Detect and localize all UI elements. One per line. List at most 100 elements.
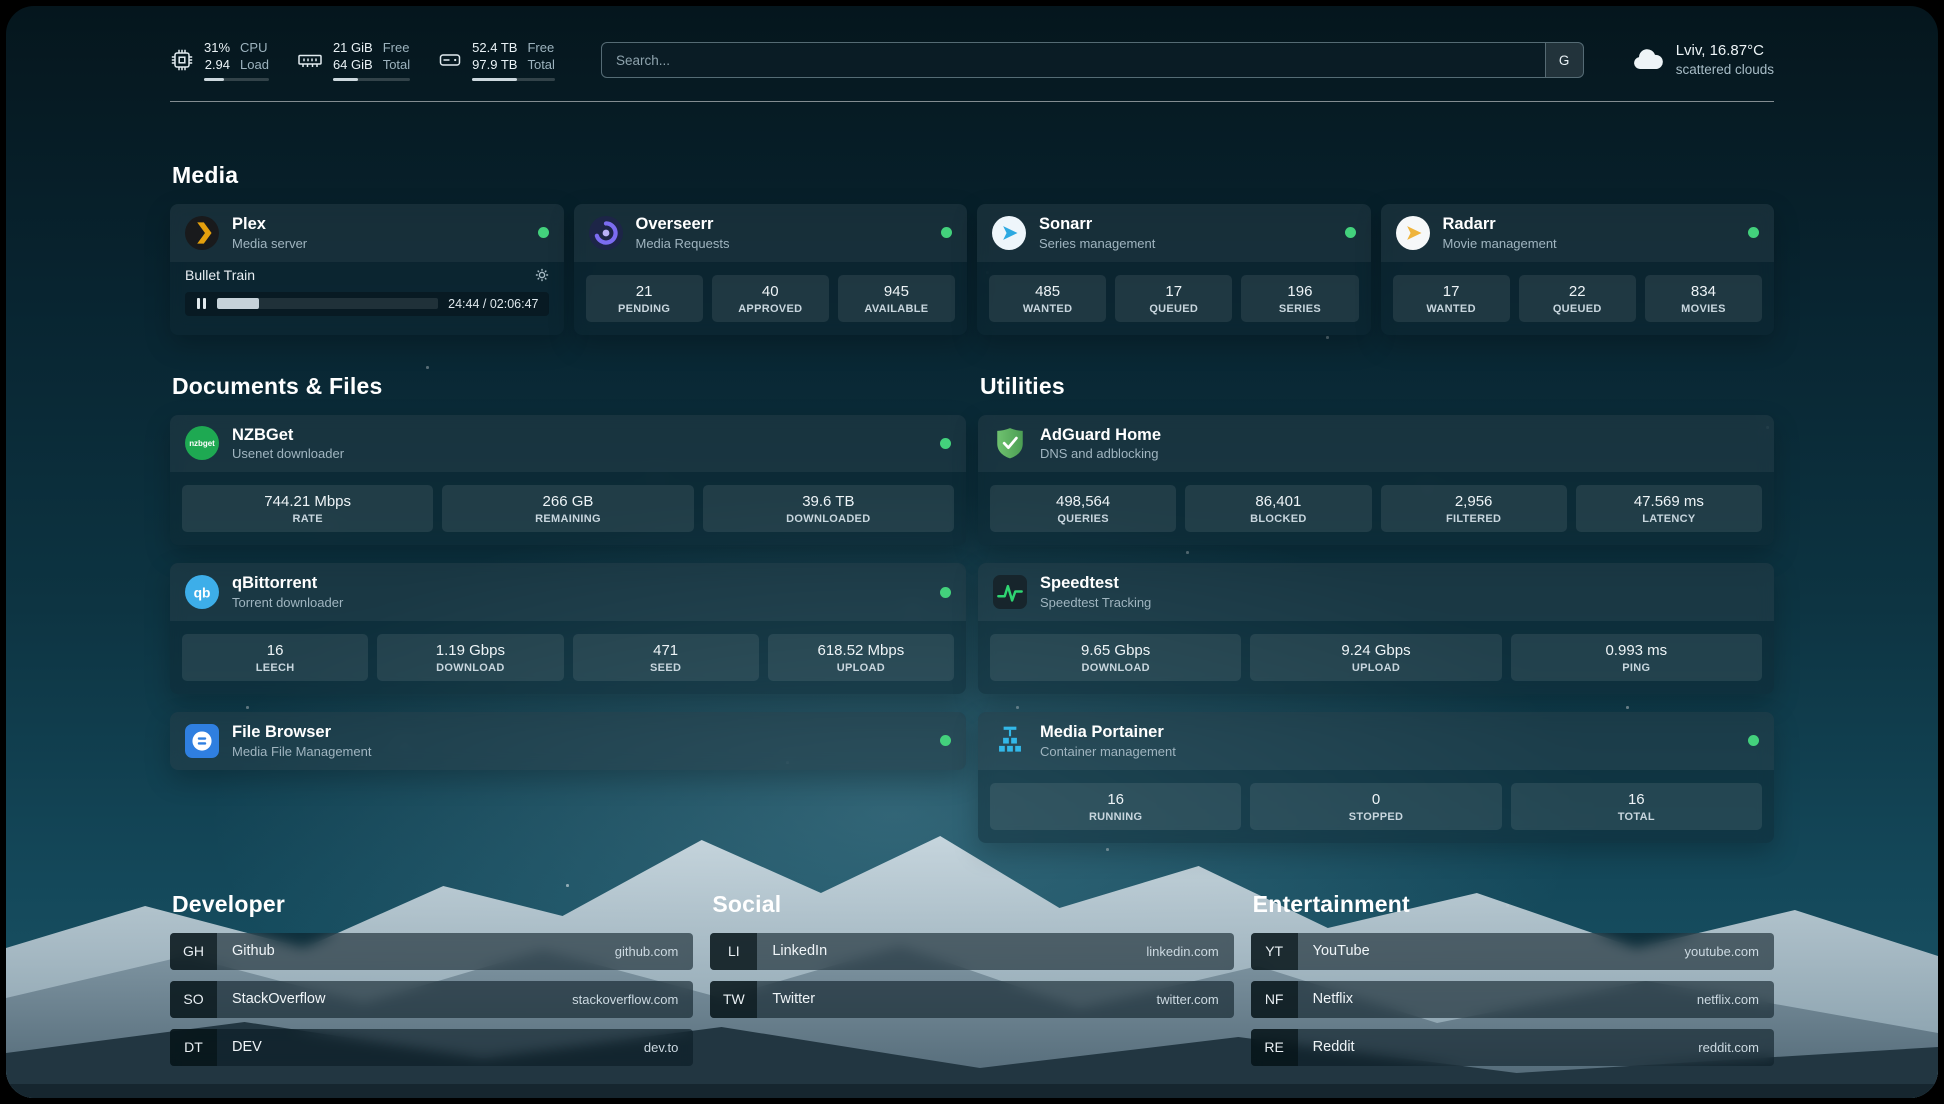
service-description: Usenet downloader bbox=[232, 446, 344, 461]
stat-value: 9.24 Gbps bbox=[1254, 642, 1497, 661]
stat-total: 16 TOTAL bbox=[1511, 783, 1762, 830]
svg-text:nzbget: nzbget bbox=[189, 440, 215, 449]
bookmark-dev[interactable]: DT DEV dev.to bbox=[170, 1029, 693, 1066]
utilities-stack: AdGuard Home DNS and adblocking 498,564 … bbox=[978, 415, 1774, 843]
now-playing-widget: Bullet Train bbox=[170, 262, 564, 329]
search-provider-button[interactable]: G bbox=[1545, 43, 1583, 77]
search-bar[interactable]: G bbox=[601, 42, 1584, 78]
search-input[interactable] bbox=[602, 43, 1545, 77]
stat-value: 16 bbox=[994, 791, 1237, 810]
status-indicator bbox=[1748, 227, 1759, 238]
playback-progress-fill bbox=[217, 298, 259, 309]
stat-label: MOVIES bbox=[1649, 303, 1758, 315]
stat-queued: 22 QUEUED bbox=[1519, 275, 1636, 322]
sonarr-header[interactable]: Sonarr Series management bbox=[977, 204, 1371, 262]
media-grid: Plex Media server Bullet Train bbox=[170, 204, 1774, 335]
service-description: Speedtest Tracking bbox=[1040, 595, 1151, 610]
service-card-overseerr[interactable]: Overseerr Media Requests 21 PENDING 40 A… bbox=[574, 204, 968, 335]
service-card-qbittorrent[interactable]: qb qBittorrent Torrent downloader 16 bbox=[170, 563, 966, 694]
memory-label-bottom: Total bbox=[383, 57, 410, 74]
stat-value: 16 bbox=[186, 642, 364, 661]
stat-label: QUERIES bbox=[994, 513, 1172, 525]
top-bar: 31% 2.94 CPU Load bbox=[170, 40, 1774, 81]
stat-value: 471 bbox=[577, 642, 755, 661]
stat-download: 1.19 Gbps DOWNLOAD bbox=[377, 634, 563, 681]
service-card-nzbget[interactable]: nzbget NZBGet Usenet downloader 744.21 M… bbox=[170, 415, 966, 546]
stat-label: REMAINING bbox=[446, 513, 689, 525]
bookmark-netflix[interactable]: NF Netflix netflix.com bbox=[1251, 981, 1774, 1018]
bookmark-name: Twitter bbox=[757, 991, 1156, 1007]
service-name: Media Portainer bbox=[1040, 723, 1176, 742]
stat-value: 16 bbox=[1515, 791, 1758, 810]
bookmark-name: YouTube bbox=[1298, 943, 1685, 959]
service-card-radarr[interactable]: Radarr Movie management 17 WANTED 22 QUE… bbox=[1381, 204, 1775, 335]
stat-wanted: 485 WANTED bbox=[989, 275, 1106, 322]
overseerr-title-block: Overseerr Media Requests bbox=[636, 215, 730, 251]
adguard-header[interactable]: AdGuard Home DNS and adblocking bbox=[978, 415, 1774, 473]
stat-download: 9.65 Gbps DOWNLOAD bbox=[990, 634, 1241, 681]
status-indicator bbox=[940, 735, 951, 746]
service-card-plex[interactable]: Plex Media server Bullet Train bbox=[170, 204, 564, 335]
overseerr-icon bbox=[589, 216, 623, 250]
stat-approved: 40 APPROVED bbox=[712, 275, 829, 322]
service-card-speedtest[interactable]: Speedtest Speedtest Tracking 9.65 Gbps D… bbox=[978, 563, 1774, 694]
cpu-label-bottom: Load bbox=[240, 57, 269, 74]
portainer-header[interactable]: Media Portainer Container management bbox=[978, 712, 1774, 770]
bookmark-reddit[interactable]: RE Reddit reddit.com bbox=[1251, 1029, 1774, 1066]
bookmark-twitter[interactable]: TW Twitter twitter.com bbox=[710, 981, 1233, 1018]
stat-value: 834 bbox=[1649, 283, 1758, 302]
filebrowser-header[interactable]: File Browser Media File Management bbox=[170, 712, 966, 770]
gear-icon[interactable] bbox=[535, 268, 549, 282]
service-card-filebrowser[interactable]: File Browser Media File Management bbox=[170, 712, 966, 770]
stat-label: RATE bbox=[186, 513, 429, 525]
stat-queued: 17 QUEUED bbox=[1115, 275, 1232, 322]
memory-usage-bar bbox=[333, 78, 410, 81]
adguard-title-block: AdGuard Home DNS and adblocking bbox=[1040, 426, 1161, 462]
bookmark-linkedin[interactable]: LI LinkedIn linkedin.com bbox=[710, 933, 1233, 970]
bookmark-abbr: GH bbox=[170, 933, 217, 970]
playback-progress-track[interactable] bbox=[217, 298, 438, 309]
entertainment-section-title: Entertainment bbox=[1253, 891, 1774, 918]
stat-value: 0 bbox=[1254, 791, 1497, 810]
service-card-adguard[interactable]: AdGuard Home DNS and adblocking 498,564 … bbox=[978, 415, 1774, 546]
bookmark-domain: netflix.com bbox=[1697, 992, 1774, 1007]
bookmark-name: DEV bbox=[217, 1039, 644, 1055]
radarr-header[interactable]: Radarr Movie management bbox=[1381, 204, 1775, 262]
stat-label: LATENCY bbox=[1580, 513, 1758, 525]
service-name: qBittorrent bbox=[232, 574, 343, 593]
nzbget-header[interactable]: nzbget NZBGet Usenet downloader bbox=[170, 415, 966, 473]
disk-label-bottom: Total bbox=[527, 57, 554, 74]
service-card-portainer[interactable]: Media Portainer Container management 16 … bbox=[978, 712, 1774, 843]
bookmark-youtube[interactable]: YT YouTube youtube.com bbox=[1251, 933, 1774, 970]
stat-downloaded: 39.6 TB DOWNLOADED bbox=[703, 485, 954, 532]
disk-widget: 52.4 TB 97.9 TB Free Total bbox=[438, 40, 555, 81]
bookmark-group-entertainment: Entertainment YT YouTube youtube.com NF … bbox=[1251, 891, 1774, 1077]
memory-readout: 21 GiB 64 GiB Free Total bbox=[333, 40, 410, 81]
bookmark-stackoverflow[interactable]: SO StackOverflow stackoverflow.com bbox=[170, 981, 693, 1018]
pause-icon[interactable] bbox=[195, 298, 207, 309]
service-description: Media Requests bbox=[636, 236, 730, 251]
developer-section-title: Developer bbox=[172, 891, 693, 918]
stat-value: 2,956 bbox=[1385, 493, 1563, 512]
bookmark-abbr: LI bbox=[710, 933, 757, 970]
stat-label: DOWNLOADED bbox=[707, 513, 950, 525]
resource-widgets: 31% 2.94 CPU Load bbox=[170, 40, 555, 81]
qbittorrent-header[interactable]: qb qBittorrent Torrent downloader bbox=[170, 563, 966, 621]
stat-label: WANTED bbox=[993, 303, 1102, 315]
bookmark-github[interactable]: GH Github github.com bbox=[170, 933, 693, 970]
stat-label: UPLOAD bbox=[772, 662, 950, 674]
overseerr-header[interactable]: Overseerr Media Requests bbox=[574, 204, 968, 262]
plex-header[interactable]: Plex Media server bbox=[170, 204, 564, 262]
speedtest-header[interactable]: Speedtest Speedtest Tracking bbox=[978, 563, 1774, 621]
bookmark-group-developer: Developer GH Github github.com SO StackO… bbox=[170, 891, 693, 1077]
stat-label: QUEUED bbox=[1119, 303, 1228, 315]
disk-icon bbox=[438, 48, 462, 72]
stat-label: RUNNING bbox=[994, 811, 1237, 823]
bookmark-abbr: TW bbox=[710, 981, 757, 1018]
bookmark-domain: linkedin.com bbox=[1146, 944, 1233, 959]
stat-wanted: 17 WANTED bbox=[1393, 275, 1510, 322]
service-card-sonarr[interactable]: Sonarr Series management 485 WANTED 17 Q… bbox=[977, 204, 1371, 335]
sonarr-title-block: Sonarr Series management bbox=[1039, 215, 1155, 251]
svg-text:qb: qb bbox=[194, 585, 211, 601]
utilities-section-title: Utilities bbox=[980, 373, 1774, 400]
